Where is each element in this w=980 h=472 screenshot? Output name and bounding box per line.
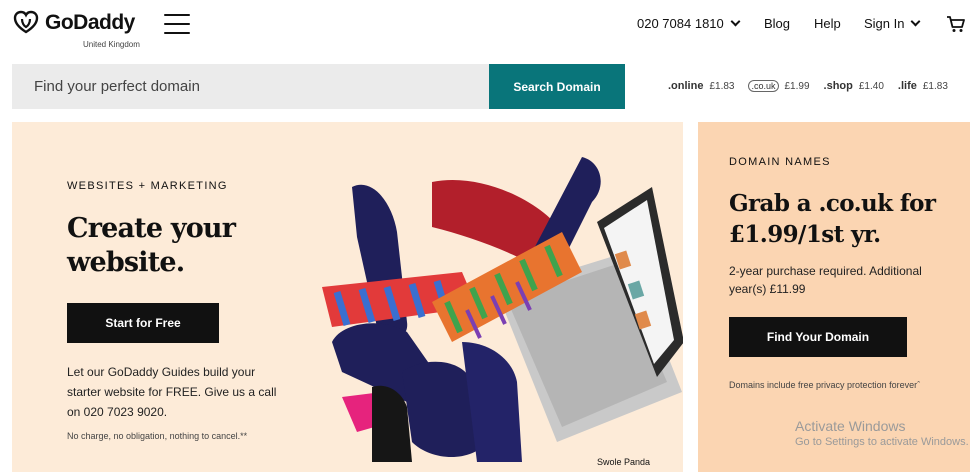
image-caption: Swole Panda [597, 457, 651, 467]
domain-search: Search Domain [12, 64, 625, 109]
blog-link[interactable]: Blog [764, 16, 790, 31]
cart-icon[interactable] [946, 15, 966, 33]
sign-in-menu[interactable]: Sign In [864, 16, 921, 31]
tld-price: £1.83 [709, 81, 735, 92]
domain-title: Grab a .co.uk for £1.99/1st yr. [729, 190, 936, 248]
logo-region: United Kingdom [83, 40, 140, 49]
domain-description: 2-year purchase required. Additional yea… [729, 264, 922, 296]
tld-price-list: .online £1.83 .co.uk £1.99 .shop £1.40 .… [668, 80, 962, 92]
tld-name: .shop [823, 80, 853, 92]
watermark-subtitle: Go to Settings to activate Windows. [795, 436, 969, 448]
tld-item-life[interactable]: .life £1.83 [898, 80, 948, 92]
help-link[interactable]: Help [814, 16, 841, 31]
chevron-down-icon [911, 16, 921, 27]
phone-menu[interactable]: 020 7084 1810 [637, 16, 741, 31]
tld-name: .co.uk [748, 80, 779, 92]
website-builder-promo: WEBSITES + MARKETING Create your website… [12, 122, 683, 472]
find-your-domain-button[interactable]: Find Your Domain [729, 317, 907, 357]
tld-price: £1.83 [922, 81, 948, 92]
sign-in-label: Sign In [864, 16, 905, 31]
activate-windows-watermark: Activate Windows Go to Settings to activ… [795, 418, 969, 448]
chevron-down-icon [730, 16, 741, 27]
domain-search-input[interactable] [12, 64, 489, 109]
site-header: GoDaddy United Kingdom 020 7084 1810 Blo… [0, 0, 980, 56]
tld-name: .life [897, 80, 917, 92]
tld-item-shop[interactable]: .shop £1.40 [824, 80, 884, 92]
domain-fine-print: Domains include free privacy protection … [729, 380, 921, 390]
promo-eyebrow: WEBSITES + MARKETING [67, 180, 228, 192]
godaddy-logo[interactable]: GoDaddy [12, 10, 135, 36]
socks-laptop-image [322, 157, 683, 462]
tld-item-online[interactable]: .online £1.83 [668, 80, 734, 92]
watermark-title: Activate Windows [795, 418, 906, 434]
tld-price: £1.99 [784, 81, 810, 92]
logo-wordmark: GoDaddy [45, 11, 135, 34]
search-domain-button[interactable]: Search Domain [489, 64, 625, 109]
tld-item-couk[interactable]: .co.uk £1.99 [748, 80, 810, 92]
promo-title: Create your website. [67, 212, 236, 280]
godaddy-logo-icon [13, 10, 39, 34]
tld-price: £1.40 [858, 81, 884, 92]
tld-name: .online [668, 80, 704, 92]
promo-fine-print: No charge, no obligation, nothing to can… [67, 431, 248, 441]
promo-description: Let our GoDaddy Guides build your starte… [67, 365, 277, 419]
promo-title-line: website. [67, 247, 185, 278]
phone-number: 020 7084 1810 [637, 16, 724, 31]
domain-eyebrow: DOMAIN NAMES [729, 156, 831, 168]
promo-title-line: Create your [67, 213, 236, 244]
start-for-free-button[interactable]: Start for Free [67, 303, 219, 343]
hamburger-menu-icon[interactable] [164, 14, 190, 34]
